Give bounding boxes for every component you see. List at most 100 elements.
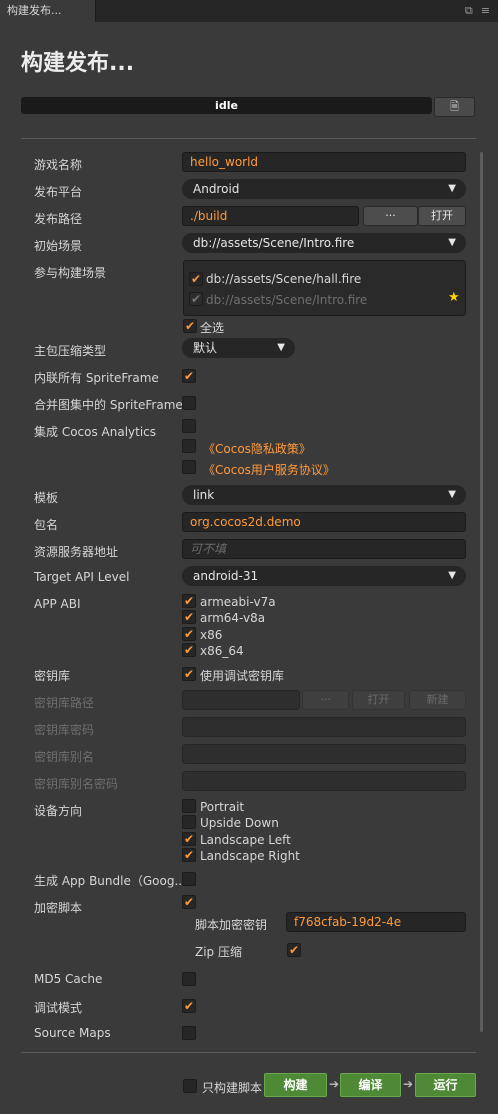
agreement-checkbox[interactable] bbox=[182, 460, 196, 474]
orientation-portrait-label: Portrait bbox=[200, 800, 245, 814]
keystore-password-input bbox=[182, 717, 466, 737]
template-select[interactable]: link ▼ bbox=[182, 485, 466, 505]
build-path-input[interactable]: ./build bbox=[182, 206, 359, 226]
keystore-alias-password-label: 密钥库别名密码 bbox=[34, 777, 119, 791]
orientation-upside-checkbox[interactable] bbox=[182, 815, 196, 829]
encrypt-key-input[interactable]: f768cfab-19d2-4e bbox=[286, 912, 466, 932]
merge-sf-checkbox[interactable] bbox=[182, 396, 196, 410]
browse-path-button[interactable]: ··· bbox=[363, 206, 418, 226]
orientation-right-label: Landscape Right bbox=[200, 849, 300, 863]
abi-armeabi-label: armeabi-v7a bbox=[200, 595, 276, 609]
template-value: link bbox=[193, 488, 215, 502]
only-script-label: 只构建脚本 bbox=[202, 1081, 263, 1095]
debug-keystore-label: 使用调试密钥库 bbox=[200, 669, 285, 683]
package-input[interactable]: org.cocos2d.demo bbox=[182, 512, 466, 532]
only-script-checkbox[interactable] bbox=[183, 1079, 197, 1093]
dropdown-arrow-icon: ▼ bbox=[448, 489, 456, 500]
inline-sf-checkbox[interactable]: ✔ bbox=[182, 369, 196, 383]
privacy-checkbox[interactable] bbox=[182, 439, 196, 453]
scene-hall-path: db://assets/Scene/hall.fire bbox=[206, 272, 362, 286]
select-all-label: 全选 bbox=[200, 321, 225, 335]
keystore-browse-button: ··· bbox=[302, 690, 349, 710]
platform-label: 发布平台 bbox=[34, 185, 83, 199]
start-scene-select[interactable]: db://assets/Scene/Intro.fire ▼ bbox=[182, 233, 466, 253]
template-label: 模板 bbox=[34, 491, 59, 505]
keystore-alias-label: 密钥库别名 bbox=[34, 750, 95, 764]
privacy-link[interactable]: 《Cocos隐私政策》 bbox=[203, 440, 311, 457]
orientation-upside-label: Upside Down bbox=[200, 816, 279, 830]
abi-x86-64-label: x86_64 bbox=[200, 644, 244, 658]
orientation-label: 设备方向 bbox=[34, 804, 83, 818]
zip-checkbox[interactable]: ✔ bbox=[287, 943, 301, 957]
start-scene-value: db://assets/Scene/Intro.fire bbox=[193, 236, 355, 250]
scene-hall-checkbox[interactable]: ✔ bbox=[189, 272, 203, 286]
keystore-alias-password-input bbox=[182, 771, 466, 791]
abi-arm64-checkbox[interactable]: ✔ bbox=[182, 610, 196, 624]
api-level-value: android-31 bbox=[193, 569, 259, 583]
panel-tab[interactable]: 构建发布... bbox=[0, 0, 96, 22]
abi-x86-checkbox[interactable]: ✔ bbox=[182, 627, 196, 641]
api-level-select[interactable]: android-31 ▼ bbox=[182, 566, 466, 586]
compile-button[interactable]: 编译 bbox=[340, 1073, 401, 1097]
scene-intro-checkbox: ✔ bbox=[189, 292, 203, 306]
analytics-checkbox[interactable] bbox=[182, 419, 196, 433]
inline-sf-label: 内联所有 SpriteFrame bbox=[34, 371, 159, 385]
keystore-alias-input bbox=[182, 744, 466, 764]
footer-divider bbox=[21, 1052, 476, 1053]
maximize-icon[interactable]: ⧉ bbox=[465, 4, 473, 18]
debug-label: 调试模式 bbox=[34, 1001, 83, 1015]
abi-arm64-label: arm64-v8a bbox=[200, 611, 266, 625]
menu-icon[interactable]: ≡ bbox=[481, 4, 490, 18]
agreement-link[interactable]: 《Cocos用户服务协议》 bbox=[203, 461, 335, 478]
md5-label: MD5 Cache bbox=[34, 972, 103, 986]
source-maps-checkbox[interactable] bbox=[182, 1026, 196, 1040]
orientation-right-checkbox[interactable]: ✔ bbox=[182, 848, 196, 862]
orientation-portrait-checkbox[interactable] bbox=[182, 799, 196, 813]
start-scene-label: 初始场景 bbox=[34, 239, 83, 253]
abi-armeabi-checkbox[interactable]: ✔ bbox=[182, 594, 196, 608]
select-all-checkbox[interactable]: ✔ bbox=[183, 319, 197, 333]
scenes-label: 参与构建场景 bbox=[34, 266, 107, 280]
tab-icons: ⧉ ≡ bbox=[465, 4, 490, 18]
game-name-input[interactable]: hello_world bbox=[182, 152, 466, 172]
encrypt-label: 加密脚本 bbox=[34, 901, 83, 915]
abi-x86-64-checkbox[interactable]: ✔ bbox=[182, 643, 196, 657]
platform-select[interactable]: Android ▼ bbox=[182, 179, 466, 199]
zip-label: Zip 压缩 bbox=[195, 945, 242, 959]
dropdown-arrow-icon: ▼ bbox=[448, 183, 456, 194]
server-input[interactable]: 可不填 bbox=[182, 539, 466, 559]
log-button[interactable]: 🗎 bbox=[434, 97, 475, 117]
keystore-new-button: 新建 bbox=[409, 690, 466, 710]
status-bar: idle bbox=[21, 97, 432, 114]
encrypt-key-label: 脚本加密密钥 bbox=[195, 918, 268, 932]
scene-intro-path: db://assets/Scene/Intro.fire bbox=[206, 293, 368, 307]
scene-list bbox=[183, 260, 466, 316]
app-bundle-label: 生成 App Bundle（Goog... bbox=[34, 874, 186, 888]
server-label: 资源服务器地址 bbox=[34, 545, 119, 559]
start-scene-star-icon: ★ bbox=[448, 290, 460, 305]
run-button[interactable]: 运行 bbox=[415, 1073, 476, 1097]
app-bundle-checkbox[interactable] bbox=[182, 872, 196, 886]
dropdown-arrow-icon: ▼ bbox=[448, 237, 456, 248]
md5-checkbox[interactable] bbox=[182, 972, 196, 986]
compress-select[interactable]: 默认 ▼ bbox=[182, 338, 295, 358]
arrow-right-icon: ➔ bbox=[403, 1077, 414, 1091]
package-label: 包名 bbox=[34, 518, 59, 532]
keystore-label: 密钥库 bbox=[34, 669, 71, 683]
game-name-label: 游戏名称 bbox=[34, 158, 83, 172]
abi-label: APP ABI bbox=[34, 597, 81, 611]
abi-x86-label: x86 bbox=[200, 628, 223, 642]
encrypt-checkbox[interactable]: ✔ bbox=[182, 895, 196, 909]
build-button[interactable]: 构建 bbox=[264, 1073, 327, 1097]
keystore-password-label: 密钥库密码 bbox=[34, 723, 95, 737]
log-icon: 🗎 bbox=[450, 99, 459, 113]
orientation-left-checkbox[interactable]: ✔ bbox=[182, 832, 196, 846]
debug-checkbox[interactable]: ✔ bbox=[182, 999, 196, 1013]
compress-value: 默认 bbox=[193, 341, 218, 355]
open-path-button[interactable]: 打开 bbox=[418, 206, 466, 226]
scrollbar[interactable] bbox=[480, 152, 483, 1032]
analytics-label: 集成 Cocos Analytics bbox=[34, 425, 157, 439]
platform-value: Android bbox=[193, 182, 240, 196]
debug-keystore-checkbox[interactable]: ✔ bbox=[182, 667, 196, 681]
keystore-path-label: 密钥库路径 bbox=[34, 696, 95, 710]
